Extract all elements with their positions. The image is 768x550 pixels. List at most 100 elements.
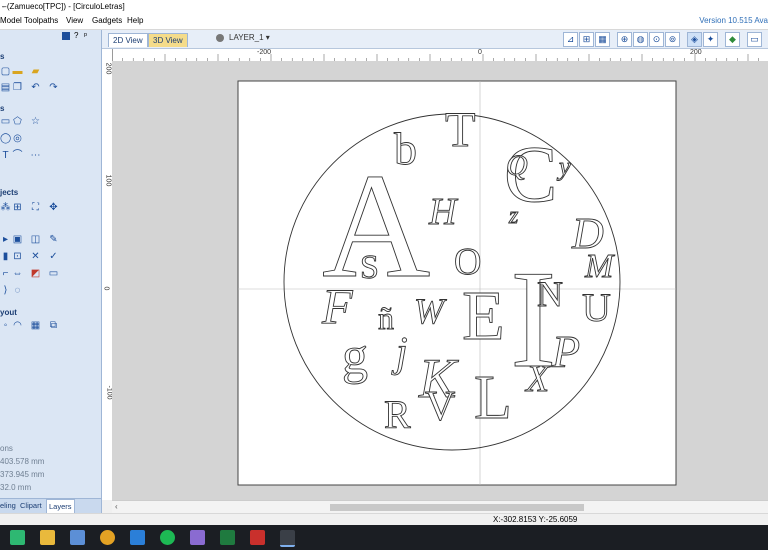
letter-vector[interactable]: X [524, 358, 552, 401]
sequence-icon[interactable]: ◩ [30, 268, 41, 279]
trim-icon[interactable]: ◫ [30, 234, 41, 245]
fillet-icon[interactable]: ✕ [30, 251, 41, 262]
panel-help-icon[interactable]: ? [74, 31, 78, 40]
new-file-icon[interactable]: ▢ [0, 66, 11, 77]
letter-vector[interactable]: W [414, 291, 448, 332]
zoom-in-icon[interactable]: ⊙ [649, 32, 664, 47]
snap-icon[interactable]: ⊞ [579, 32, 594, 47]
letter-vector[interactable]: E [462, 278, 506, 356]
center-icon[interactable]: ⊕ [617, 32, 632, 47]
menu-model[interactable]: Model [0, 16, 22, 25]
polygon-icon[interactable]: ⬠ [12, 116, 23, 127]
undo-icon[interactable]: ↶ [30, 82, 41, 93]
horizontal-scrollbar[interactable]: ‹ [112, 500, 768, 514]
menu-view[interactable]: View [66, 16, 83, 25]
letter-vector[interactable]: Q [506, 149, 529, 183]
chrome-icon[interactable] [100, 530, 115, 545]
vcarve-icon[interactable] [280, 530, 295, 547]
import-icon[interactable]: ▰ [30, 66, 41, 77]
wrap-icon[interactable]: ◌ [12, 285, 23, 296]
menu-help[interactable]: Help [127, 16, 143, 25]
menu-toolpaths[interactable]: Toolpaths [24, 16, 58, 25]
panel-close-icon[interactable]: ᵖ [84, 31, 87, 40]
tab-clipart[interactable]: Clipart [20, 501, 42, 510]
scroll-left-icon[interactable]: ‹ [115, 502, 118, 511]
scroll-thumb[interactable] [330, 504, 584, 511]
weld-icon[interactable]: ▸ [0, 234, 11, 245]
letter-vector[interactable]: H [428, 191, 460, 234]
knife-icon[interactable]: ✎ [48, 234, 59, 245]
letter-vector[interactable]: g [342, 328, 369, 386]
shade-icon[interactable]: ◆ [725, 32, 740, 47]
layout-icon[interactable]: ◦ [0, 320, 11, 331]
zoom-fit-icon[interactable]: ◍ [633, 32, 648, 47]
ungroup-icon[interactable]: ▣ [12, 234, 23, 245]
cursor-icon[interactable]: ✦ [703, 32, 718, 47]
letter-vector[interactable]: O [454, 241, 482, 284]
letter-vector[interactable]: R [384, 392, 412, 438]
open-file-icon[interactable]: ▬ [12, 66, 23, 77]
measure-icon[interactable]: ⋯ [30, 150, 41, 161]
copy-icon[interactable]: ❐ [12, 82, 23, 93]
canvas-drawing[interactable]: Ab TCQ yz DHS O I MF ñ W E N Ug j K PXR V L [112, 61, 768, 500]
letter-vector[interactable]: T [445, 101, 476, 158]
layout-rotate-icon[interactable]: ◠ [12, 320, 23, 331]
letter-vector[interactable]: b [394, 123, 418, 175]
section-objects-title: jects [0, 188, 19, 197]
app-icon-1[interactable] [10, 530, 25, 545]
align-icon[interactable]: ✥ [48, 202, 59, 213]
node-edit-icon[interactable]: ⁂ [0, 202, 11, 213]
excel-icon[interactable] [220, 530, 235, 545]
snap-grid-icon[interactable]: ⊿ [563, 32, 578, 47]
letter-vector[interactable]: V [425, 384, 456, 431]
tab-2d-view[interactable]: 2D View [108, 33, 148, 47]
zoom-box-icon[interactable]: ⊚ [665, 32, 680, 47]
render-icon[interactable]: ▭ [747, 32, 762, 47]
text-on-curve-icon[interactable]: ⌒ [12, 150, 23, 161]
menu-gadgets[interactable]: Gadgets [92, 16, 122, 25]
tab-layers[interactable]: Layers [46, 499, 75, 513]
layer-dropdown[interactable]: LAYER_1 ▾ [229, 33, 270, 42]
tab-modeling[interactable]: eling [0, 501, 16, 510]
app-icon-5[interactable] [130, 530, 145, 545]
letter-vector[interactable]: z [508, 203, 520, 230]
mirror-icon[interactable]: ✓ [48, 251, 59, 262]
letter-vector[interactable]: S [360, 249, 380, 287]
panel-pin-icon[interactable] [62, 32, 70, 40]
circle-icon[interactable]: ◯ [0, 133, 11, 144]
letter-vector[interactable]: y [556, 152, 572, 182]
draw-icon[interactable]: ◈ [687, 32, 702, 47]
design-canvas[interactable]: AbTCQyzDHSOIMFñWENUgjKPXRVL [112, 61, 768, 500]
letter-vector[interactable]: M [584, 248, 616, 286]
letter-vector[interactable]: N [537, 274, 564, 315]
letter-vector[interactable]: P [551, 326, 581, 378]
letter-vector[interactable]: U [582, 285, 612, 331]
redo-icon[interactable]: ↷ [48, 82, 59, 93]
rectangle-icon[interactable]: ▭ [0, 116, 11, 127]
app-icon-7[interactable] [190, 530, 205, 545]
arrow-icon[interactable]: ⇔ [12, 268, 23, 279]
file-explorer-icon[interactable] [40, 530, 55, 545]
star-icon[interactable]: ☆ [30, 116, 41, 127]
array-icon[interactable]: ⊡ [12, 251, 23, 262]
grid-icon[interactable]: ▦ [595, 32, 610, 47]
minimize-button[interactable]: – [2, 2, 754, 11]
text-icon[interactable]: T [0, 150, 11, 161]
transform-icon[interactable]: ⛶ [30, 202, 41, 213]
layout-nest-icon[interactable]: ⧉ [48, 320, 59, 331]
distort-icon[interactable]: ⟩ [0, 285, 11, 296]
save-icon[interactable]: ▤ [0, 82, 11, 93]
image-icon[interactable]: ▭ [48, 268, 59, 279]
tab-3d-view[interactable]: 3D View [148, 33, 188, 47]
layout-grid-icon[interactable]: ▦ [30, 320, 41, 331]
letter-vector[interactable]: ñ [378, 300, 395, 337]
nest-icon[interactable]: ⌐ [0, 268, 11, 279]
letter-vector[interactable]: L [474, 364, 513, 433]
letter-vector[interactable]: F [321, 278, 354, 335]
spiral-icon[interactable]: ◎ [12, 133, 23, 144]
acrobat-icon[interactable] [250, 530, 265, 545]
offset-icon[interactable]: ▮ [0, 251, 11, 262]
spotify-icon[interactable] [160, 530, 175, 545]
group-icon[interactable]: ⊞ [12, 202, 23, 213]
app-icon-3[interactable] [70, 530, 85, 545]
